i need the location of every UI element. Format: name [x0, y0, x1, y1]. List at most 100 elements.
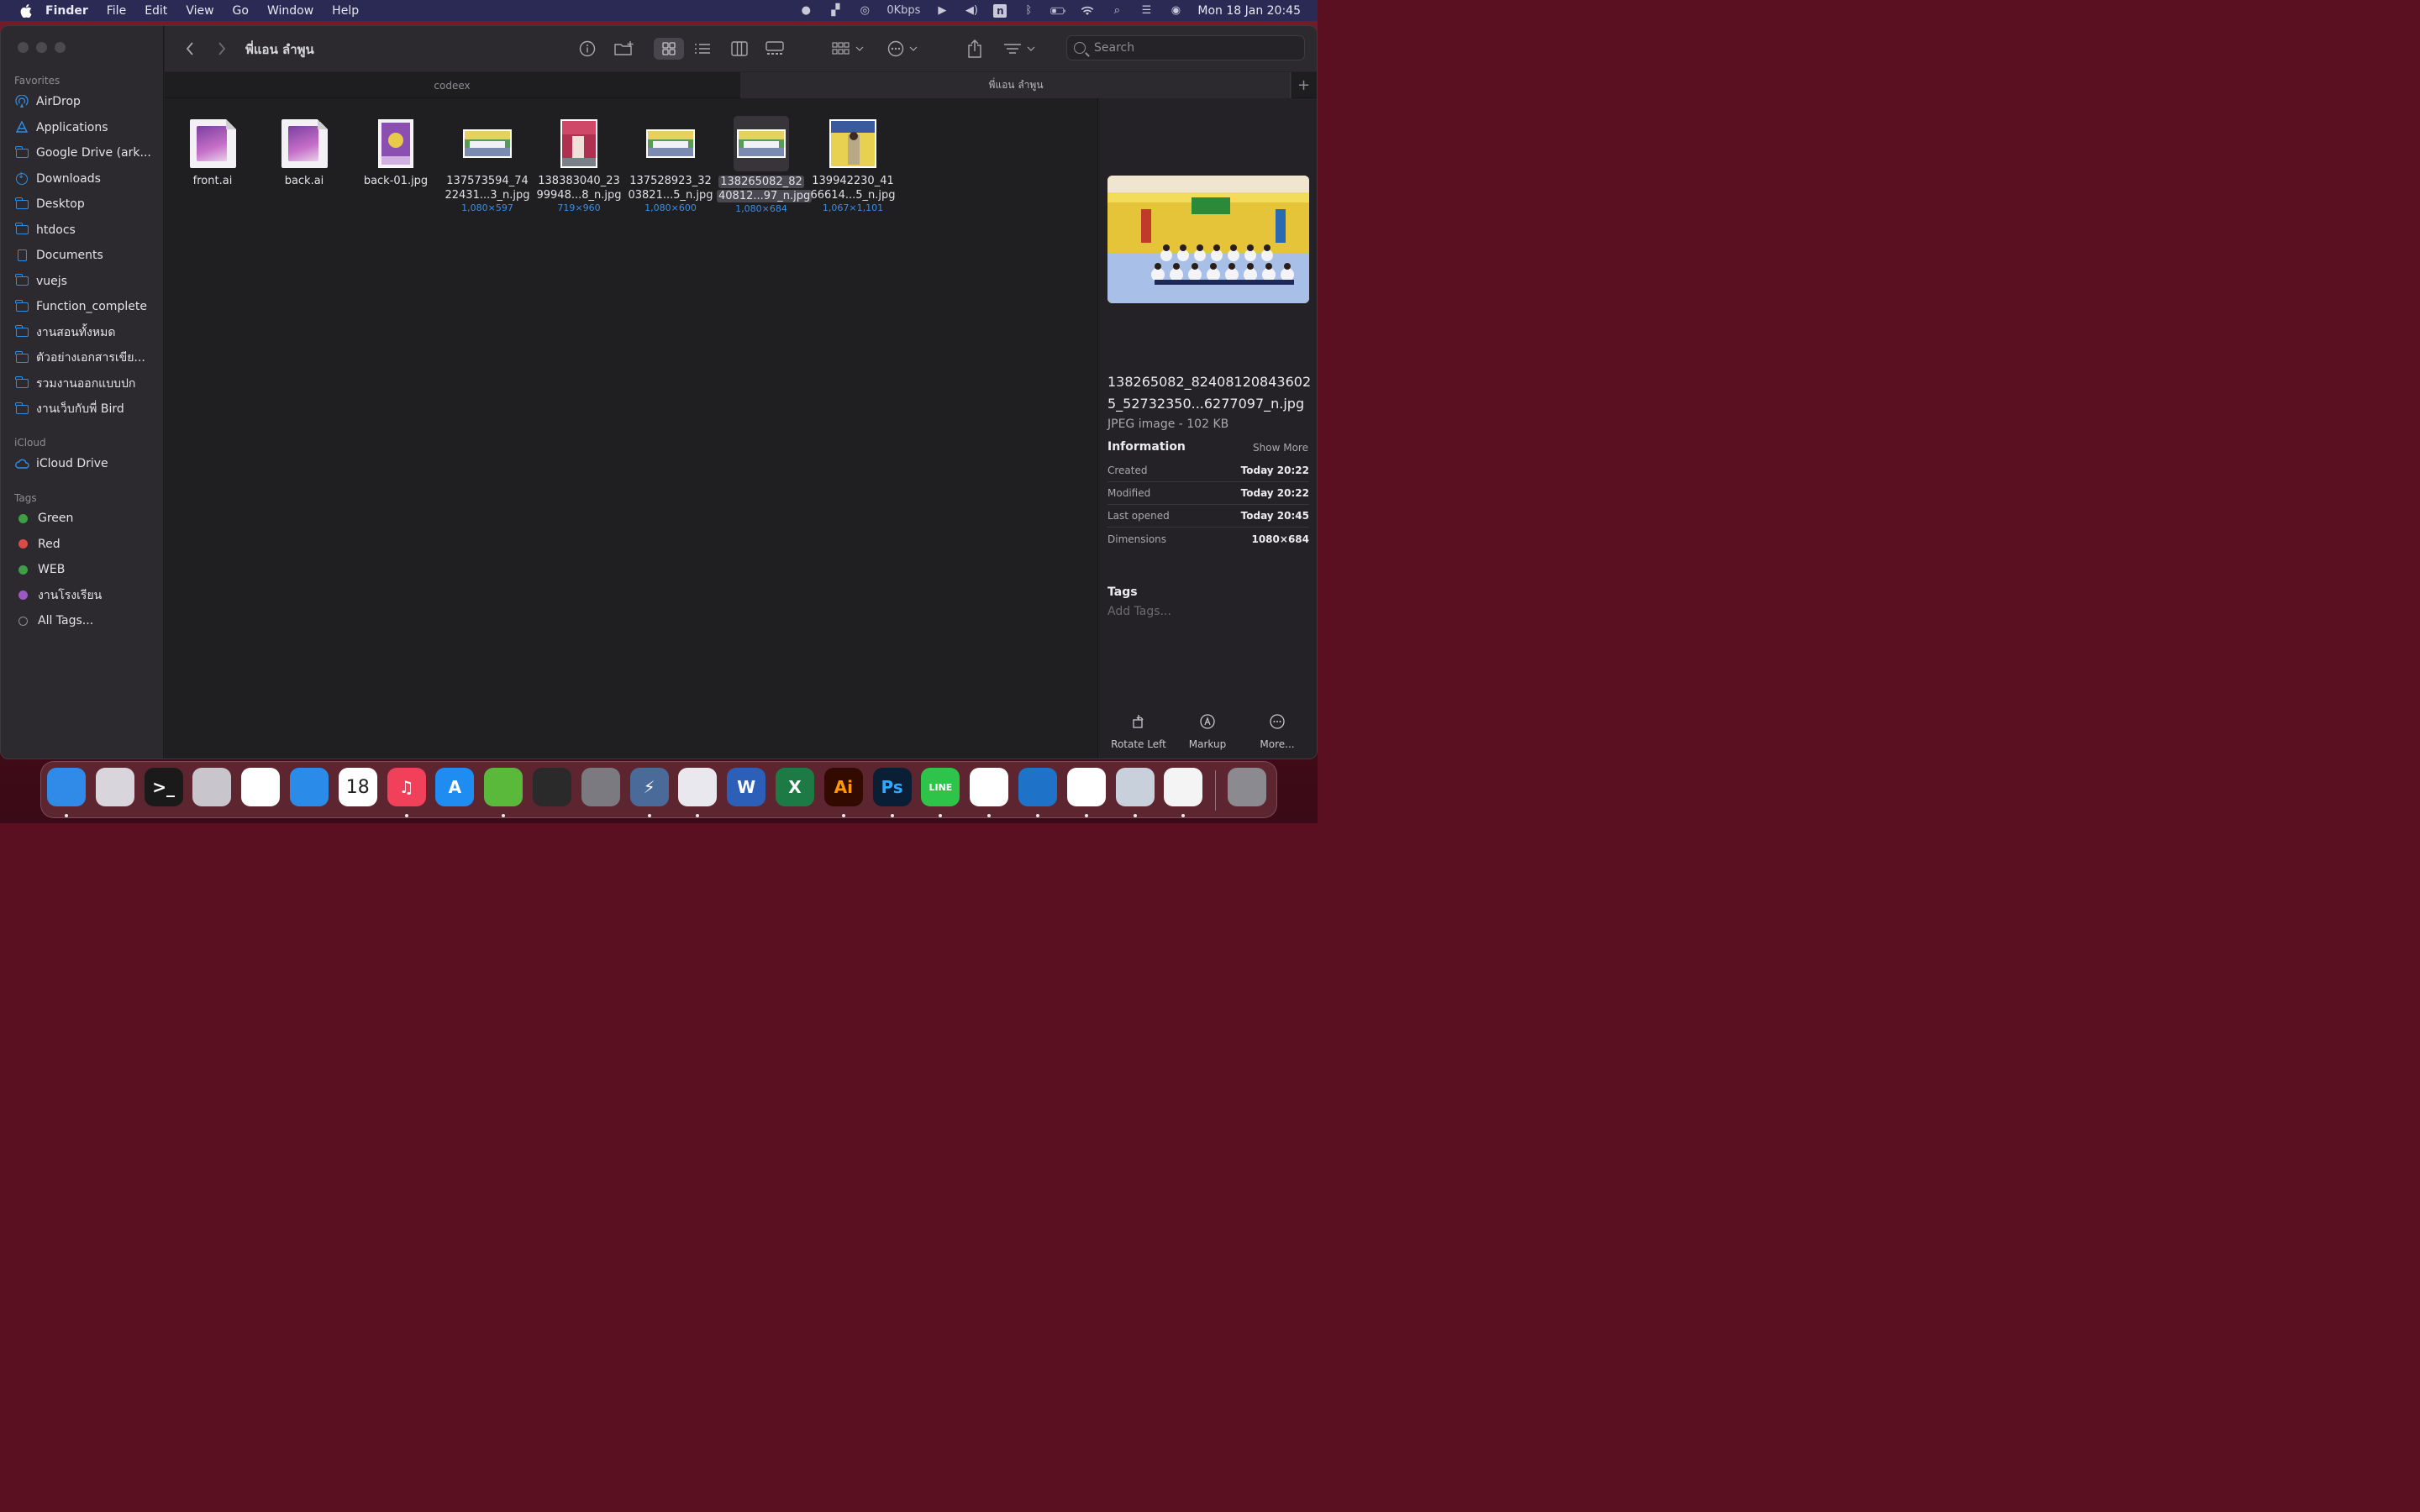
menu-edit[interactable]: Edit [145, 4, 167, 18]
sidebar-item-11[interactable]: รวมงานออกแบบปก [14, 374, 157, 394]
sidebar-item-4[interactable]: Desktop [14, 194, 157, 214]
column-view-button[interactable] [726, 38, 753, 60]
dock-istat-icon[interactable] [533, 768, 571, 806]
volume-icon[interactable]: ◀) [964, 4, 979, 18]
sidebar-tag-1[interactable]: Red [14, 534, 157, 554]
sidebar-item-7[interactable]: vuejs [14, 271, 157, 291]
menu-go[interactable]: Go [233, 4, 249, 18]
forward-button[interactable] [213, 38, 230, 60]
rotate-left-button[interactable]: Rotate Left [1105, 711, 1172, 750]
file-item[interactable]: 137528923_32 03821...5_n.jpg 1,080×600 [626, 117, 715, 213]
apple-menu-icon[interactable] [18, 3, 34, 18]
sidebar-item-icloud-drive[interactable]: iCloud Drive [14, 454, 157, 474]
dock-terminal-icon[interactable]: >_ [144, 768, 183, 806]
gallery-view-button[interactable] [761, 38, 788, 60]
clock[interactable]: Mon 18 Jan 20:45 [1197, 4, 1301, 18]
menu-file[interactable]: File [107, 4, 126, 18]
dock-music-icon[interactable]: ♫ [387, 768, 426, 806]
sidebar-item-2[interactable]: Google Drive (ark... [14, 143, 157, 163]
sidebar-item-0[interactable]: AirDrop [14, 92, 157, 112]
sidebar-item-9[interactable]: งานสอนทั้งหมด [14, 323, 157, 343]
downloads-icon [14, 171, 29, 186]
action-menu-button[interactable] [886, 38, 923, 60]
file-item[interactable]: back-01.jpg [351, 117, 440, 188]
sidebar-tag-4[interactable]: All Tags... [14, 611, 157, 631]
menu-view[interactable]: View [186, 4, 213, 18]
show-more-link[interactable]: Show More [1253, 442, 1308, 454]
dock-line-icon[interactable]: LINE [921, 768, 960, 806]
zoom-button[interactable] [55, 42, 66, 53]
new-tab-button[interactable]: + [1290, 72, 1317, 98]
file-item[interactable]: 138383040_23 99948...8_n.jpg 719×960 [534, 117, 623, 213]
dock-tunnel-icon[interactable] [484, 768, 523, 806]
sidebar-tag-0[interactable]: Green [14, 508, 157, 528]
dock-launchpad-icon[interactable] [95, 768, 134, 806]
spotlight-icon[interactable]: ⌕ [1109, 4, 1124, 18]
more-button[interactable]: More... [1244, 711, 1311, 750]
dock-word-icon[interactable]: W [727, 768, 766, 806]
sidebar-item-10[interactable]: ตัวอย่างเอกสารเขีย... [14, 348, 157, 368]
notion-icon[interactable]: n [993, 3, 1007, 18]
file-item[interactable]: back.ai [260, 117, 349, 188]
dock-settings-icon[interactable] [678, 768, 718, 806]
new-folder-icon[interactable] [612, 38, 637, 60]
search-input[interactable]: Search [1066, 35, 1305, 60]
dock-app-store-icon[interactable]: A [435, 768, 475, 806]
dock-reeder-icon[interactable]: ⚡ [629, 768, 669, 806]
sidebar-item-6[interactable]: Documents [14, 245, 157, 265]
sidebar-item-3[interactable]: Downloads [14, 169, 157, 189]
dock-chrome-icon[interactable] [1066, 768, 1106, 806]
sort-button[interactable] [1002, 38, 1039, 60]
control-center-icon[interactable]: ☰ [1139, 4, 1154, 18]
dock-photos-icon[interactable] [241, 768, 281, 806]
network-speed[interactable]: 0Kbps [886, 4, 920, 17]
back-button[interactable] [182, 38, 198, 60]
menu-finder[interactable]: Finder [45, 4, 88, 18]
sidebar-tag-2[interactable]: WEB [14, 559, 157, 580]
file-item[interactable]: 137573594_74 22431...3_n.jpg 1,080×597 [443, 117, 532, 213]
file-item[interactable]: 138265082_82 40812...97_n.jpg 1,080×684 [717, 116, 813, 214]
wifi-icon[interactable] [1080, 4, 1095, 18]
list-view-button[interactable] [689, 38, 716, 60]
icon-view-button[interactable] [654, 38, 684, 60]
tab-current-folder[interactable]: พี่แอน ลำพูน [740, 72, 1292, 98]
dock-vscode-icon[interactable] [1018, 768, 1057, 806]
dock-system-preferences-icon[interactable] [581, 768, 620, 806]
menu-help[interactable]: Help [332, 4, 359, 18]
menu-window[interactable]: Window [267, 4, 313, 18]
group-by-button[interactable] [830, 38, 867, 60]
dock-messenger-icon[interactable] [970, 768, 1009, 806]
share-icon[interactable] [963, 38, 986, 60]
dock-excel-icon[interactable]: X [776, 768, 814, 806]
dock-safari-icon[interactable] [290, 768, 329, 806]
dock-trash-icon[interactable] [1228, 768, 1266, 806]
dock-finder-icon[interactable] [47, 768, 86, 806]
minimize-button[interactable] [36, 42, 47, 53]
sidebar-item-12[interactable]: งานเว็บกับพี่ Bird [14, 399, 157, 419]
dock-calendar-icon[interactable]: 18 [338, 768, 377, 806]
dock-photoshop-icon[interactable]: Ps [872, 768, 912, 806]
sidebar-tag-3[interactable]: งานโรงเรียน [14, 585, 157, 606]
file-item[interactable]: front.ai [168, 117, 257, 188]
file-item[interactable]: 139942230_41 66614...5_n.jpg 1,067×1,101 [808, 117, 897, 213]
battery-icon[interactable] [1050, 4, 1066, 18]
tab-codeex[interactable]: codeex [165, 72, 739, 98]
dock-textedit-icon[interactable] [1164, 768, 1203, 806]
info-icon[interactable] [576, 38, 598, 60]
markup-button[interactable]: Markup [1174, 711, 1241, 750]
siri-icon[interactable]: ◉ [1168, 4, 1183, 18]
add-tags-input[interactable]: Add Tags... [1107, 605, 1171, 618]
dock-illustrator-icon[interactable]: Ai [823, 768, 863, 806]
sidebar-item-1[interactable]: Applications [14, 118, 157, 138]
line-status-icon[interactable]: ● [798, 4, 813, 18]
sidebar-item-5[interactable]: htdocs [14, 220, 157, 240]
bluetooth-icon[interactable]: ᛒ [1021, 4, 1036, 18]
cast-status-icon[interactable]: ▞ [828, 4, 843, 18]
sidebar-item-label: Downloads [36, 171, 101, 186]
sidebar-item-8[interactable]: Function_complete [14, 297, 157, 317]
play-icon[interactable]: ▶ [934, 4, 950, 18]
dock-preview-icon[interactable] [1115, 768, 1155, 806]
creative-cloud-icon[interactable]: ◎ [857, 4, 872, 18]
dock-calculator-icon[interactable] [192, 768, 232, 806]
close-button[interactable] [18, 42, 29, 53]
